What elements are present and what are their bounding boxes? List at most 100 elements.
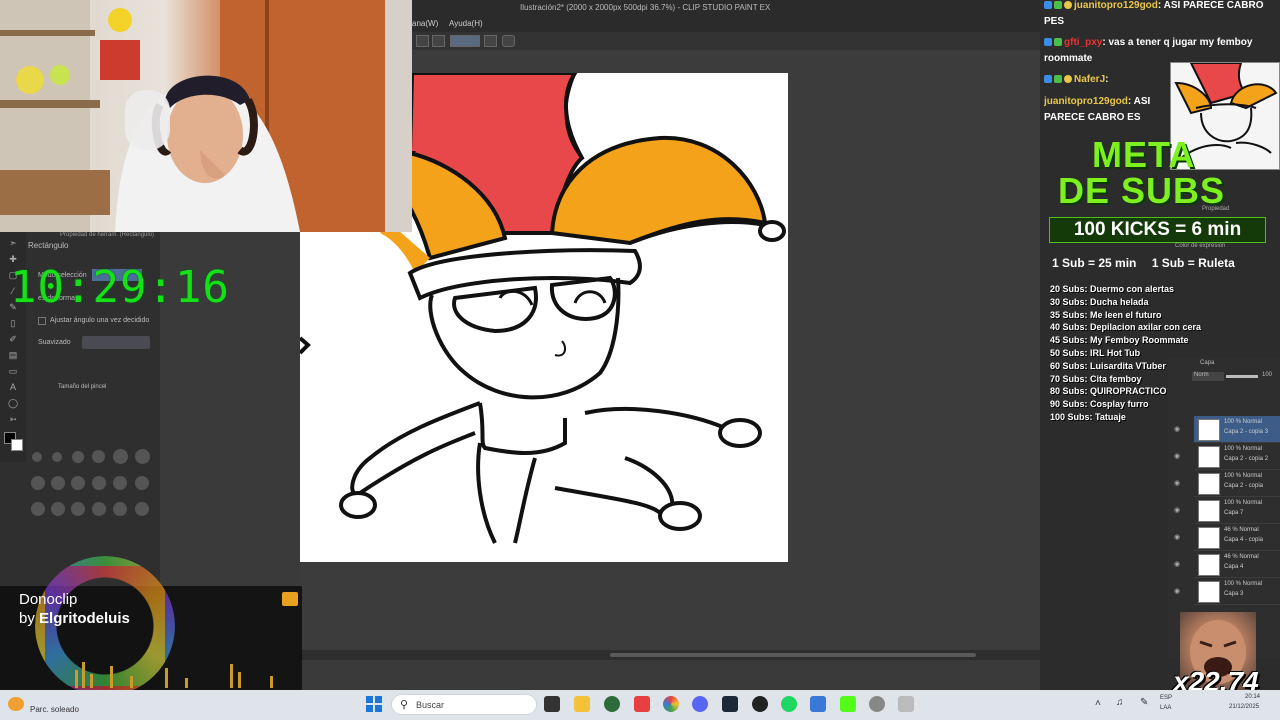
- layer-thumbnail: [1198, 527, 1220, 549]
- layer-row[interactable]: 46 % Normal Capa 4: [1194, 551, 1280, 578]
- balloon-tool-icon[interactable]: ◯: [7, 398, 19, 408]
- taskbar-search[interactable]: ⚲ Buscar: [391, 694, 537, 715]
- eraser-icon[interactable]: ▯: [7, 318, 19, 328]
- brush-size-option[interactable]: [92, 476, 106, 490]
- app-icon[interactable]: [634, 696, 650, 712]
- spotify-icon[interactable]: [781, 696, 797, 712]
- chat-message: gfti_pxy: vas a tener q jugar my femboy …: [1044, 37, 1253, 64]
- clip-studio-icon[interactable]: [898, 696, 914, 712]
- brush-size-option[interactable]: [135, 476, 149, 490]
- brush-size-option[interactable]: [71, 502, 85, 516]
- layer-row[interactable]: 100 % Normal Capa 7: [1194, 497, 1280, 524]
- collar-right: [584, 407, 726, 430]
- microphone-icon[interactable]: ♫: [1116, 697, 1124, 708]
- language-indicator[interactable]: ESP: [1160, 695, 1172, 701]
- brush-size-option[interactable]: [51, 476, 65, 490]
- scroll-thumb[interactable]: [610, 653, 976, 657]
- brush-size-option[interactable]: [31, 502, 45, 516]
- kick-icon[interactable]: [840, 696, 856, 712]
- layer-row[interactable]: 46 % Normal Capa 4 - copia: [1194, 524, 1280, 551]
- opacity-slider[interactable]: [1226, 375, 1258, 378]
- help-icon[interactable]: [502, 35, 515, 47]
- brush-size-option[interactable]: [113, 476, 127, 490]
- chrome-icon[interactable]: [663, 696, 679, 712]
- chat-message: NaferJ:: [1044, 72, 1280, 88]
- angle-checkbox[interactable]: [38, 317, 46, 325]
- blend-mode-select[interactable]: Norm: [1192, 372, 1224, 381]
- brush-size-option[interactable]: [31, 476, 45, 490]
- eye-icon[interactable]: ◉: [1174, 587, 1180, 595]
- eye-icon[interactable]: ◉: [1174, 560, 1180, 568]
- brush-size-option[interactable]: [72, 451, 84, 463]
- hat-orange-right: [549, 135, 768, 246]
- menu-item-help[interactable]: Ayuda(H): [449, 19, 483, 28]
- command-button[interactable]: [432, 35, 445, 47]
- brush-size-option[interactable]: [71, 476, 85, 490]
- command-button[interactable]: [416, 35, 429, 47]
- app-icon[interactable]: [869, 696, 885, 712]
- brush-size-option[interactable]: [92, 502, 106, 516]
- badge-icon: [1064, 1, 1072, 9]
- figure-tool-icon[interactable]: ▭: [7, 366, 19, 376]
- pen-icon[interactable]: [484, 35, 497, 47]
- donoclip-author: by Elgritodeluis: [19, 610, 130, 627]
- discord-icon[interactable]: [692, 696, 708, 712]
- brush-size-option[interactable]: [32, 452, 42, 462]
- stream-timer: 10:29:16: [10, 262, 230, 313]
- brush-tool-icon[interactable]: ✐: [7, 334, 19, 344]
- badge-icon: [1054, 1, 1062, 9]
- clock-time[interactable]: 20:14: [1245, 694, 1260, 700]
- angle-checkbox-label: Ajustar ángulo una vez decidido: [50, 317, 150, 324]
- eye-icon[interactable]: ◉: [1174, 533, 1180, 541]
- fill-tool-icon[interactable]: ▤: [7, 350, 19, 360]
- eye-icon[interactable]: ◉: [1174, 506, 1180, 514]
- eye-icon[interactable]: ◉: [1174, 452, 1180, 460]
- weather-text: Parc. soleado: [30, 705, 79, 714]
- smoothing-label: Suavizado: [38, 339, 71, 346]
- brush-size-option[interactable]: [113, 449, 128, 464]
- brush-size-option[interactable]: [113, 502, 127, 516]
- opacity-value[interactable]: 100: [1262, 372, 1272, 378]
- badge-icon: [1044, 75, 1052, 83]
- nose: [554, 340, 567, 357]
- layer-row-selected[interactable]: 100 % Normal Capa 2 - copia 3: [1194, 416, 1280, 443]
- clock-date[interactable]: 21/12/2025: [1229, 704, 1259, 710]
- collar-bell-mid: [718, 418, 762, 448]
- windows-start-icon[interactable]: [366, 696, 382, 712]
- app-icon[interactable]: [810, 696, 826, 712]
- clapperboard-icon: [282, 592, 298, 606]
- text-tool-icon[interactable]: A: [7, 382, 19, 392]
- collar-bell-left: [339, 491, 377, 519]
- file-explorer-icon[interactable]: [574, 696, 590, 712]
- weather-icon[interactable]: [8, 697, 24, 711]
- pen-icon[interactable]: ✎: [1140, 697, 1148, 708]
- brush-size-option[interactable]: [92, 450, 105, 463]
- brush-size-option[interactable]: [135, 502, 149, 516]
- correct-line-icon[interactable]: ➳: [7, 414, 19, 424]
- audio-bar: [230, 664, 233, 688]
- badge-icon: [1044, 1, 1052, 9]
- menu-item-window[interactable]: ana(W): [412, 19, 438, 28]
- eye-icon[interactable]: ◉: [1174, 479, 1180, 487]
- audio-bar: [130, 676, 133, 688]
- brush-size-option[interactable]: [52, 452, 62, 462]
- property-tab[interactable]: Propiedad: [1202, 206, 1229, 212]
- ruler-toggle-button[interactable]: [450, 35, 480, 47]
- smoothing-selector[interactable]: [82, 336, 150, 349]
- steam-icon[interactable]: [722, 696, 738, 712]
- app-icon[interactable]: [604, 696, 620, 712]
- goal-item: 45 Subs: My Femboy Roommate: [1050, 335, 1189, 346]
- brush-size-option[interactable]: [135, 449, 150, 464]
- layer-row[interactable]: 100 % Normal Capa 3: [1194, 578, 1280, 605]
- operation-tool-icon[interactable]: ➣: [7, 238, 19, 248]
- eye-icon[interactable]: ◉: [1174, 425, 1180, 433]
- chevron-up-icon[interactable]: ˄: [1095, 698, 1101, 709]
- sub-color-swatch[interactable]: [11, 439, 23, 451]
- brush-size-option[interactable]: [51, 502, 65, 516]
- obs-icon[interactable]: [752, 696, 768, 712]
- layer-row[interactable]: 100 % Normal Capa 2 - copia: [1194, 470, 1280, 497]
- layer-thumbnail: [1198, 500, 1220, 522]
- window-title: Ilustración2* (2000 x 2000px 500dpi 36.7…: [520, 3, 771, 12]
- task-view-icon[interactable]: [544, 696, 560, 712]
- layer-row[interactable]: 100 % Normal Capa 2 - copia 2: [1194, 443, 1280, 470]
